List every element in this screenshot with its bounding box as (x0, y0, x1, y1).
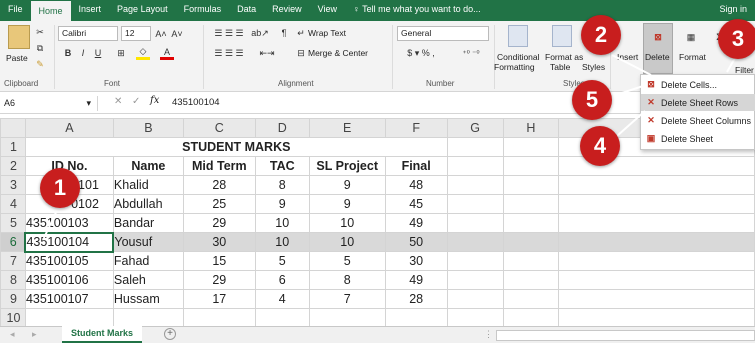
callout-badge-4: 4 (580, 126, 620, 166)
callout-arrow (42, 205, 60, 241)
callout-arrows (42, 54, 736, 241)
callout-arrow (612, 85, 644, 97)
callout-arrow (611, 54, 652, 76)
callout-arrow (616, 110, 646, 137)
callout-badge-5: 5 (572, 80, 612, 120)
callout-arrow (726, 57, 736, 73)
callout-badge-3: 3 (718, 19, 755, 59)
callout-badge-1: 1 (40, 168, 80, 208)
callout-badge-2: 2 (581, 15, 621, 55)
